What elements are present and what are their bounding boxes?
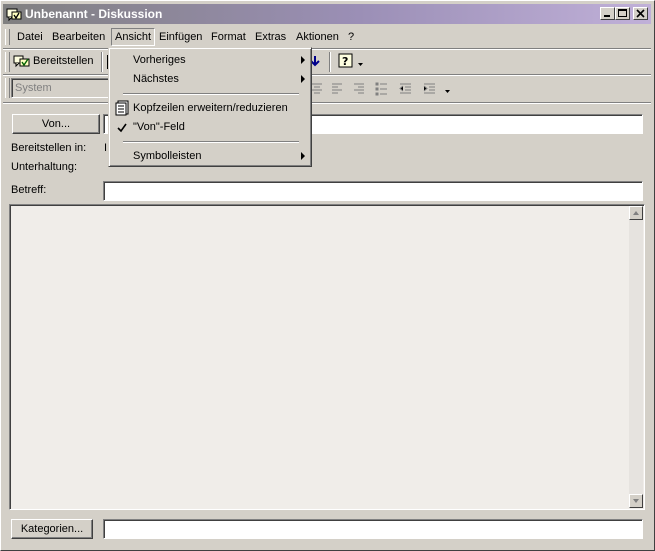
menubar-divider — [3, 48, 651, 50]
view-menu-next[interactable]: Nächstes — [133, 70, 179, 88]
menu-bar: Datei Bearbeiten Ansicht Einfügen Format… — [3, 27, 651, 47]
scroll-up-button[interactable] — [629, 206, 643, 220]
menu-format[interactable]: Format — [208, 29, 249, 45]
close-icon — [636, 9, 645, 18]
maximize-button[interactable] — [615, 7, 630, 20]
toolbar-grip[interactable] — [5, 52, 10, 72]
help-button[interactable]: ? — [337, 51, 357, 71]
svg-text:?: ? — [342, 55, 348, 68]
view-menu-separator — [123, 93, 299, 95]
view-menu-toolbars[interactable]: Symbolleisten — [133, 147, 201, 165]
title-bar[interactable]: Unbenannt - Diskussion — [3, 4, 651, 24]
close-button[interactable] — [633, 7, 648, 20]
view-menu-separator-2 — [123, 141, 299, 143]
toolbar-divider — [3, 74, 651, 76]
subject-label: Betreff: — [11, 184, 47, 196]
decrease-indent-icon — [399, 83, 411, 94]
align-center-icon — [312, 83, 322, 94]
scroll-down-icon — [633, 499, 639, 503]
view-menu: Vorheriges Nächstes Kopfzeilen erweitern… — [108, 47, 312, 167]
categories-field[interactable] — [103, 519, 643, 539]
minimize-button[interactable] — [600, 7, 615, 20]
view-menu-expand-headers[interactable]: Kopfzeilen erweitern/reduzieren — [133, 99, 288, 117]
checkmark-icon — [117, 123, 127, 133]
post-button-label: Bereitstellen — [33, 55, 94, 67]
vertical-scrollbar[interactable] — [629, 206, 643, 508]
font-combo-value: System — [15, 82, 52, 94]
format-toolbar-divider — [3, 102, 651, 104]
post-icon — [13, 55, 30, 68]
menu-insert[interactable]: Einfügen — [156, 29, 205, 45]
submenu-arrow-icon — [301, 75, 305, 83]
menu-view[interactable]: Ansicht — [111, 28, 156, 46]
discussion-window: Unbenannt - Diskussion Datei Bearbeiten … — [0, 0, 655, 551]
help-dropdown-arrow-icon[interactable] — [358, 63, 364, 67]
post-in-value: I — [104, 142, 108, 154]
submenu-arrow-icon — [301, 152, 305, 160]
view-menu-from-field[interactable]: "Von"-Feld — [133, 118, 185, 136]
view-menu-next-label: Nächstes — [133, 73, 179, 85]
align-right-icon — [354, 83, 364, 94]
format-toolbar-grip[interactable] — [5, 78, 10, 98]
expand-headers-icon — [115, 100, 129, 116]
categories-button[interactable]: Kategorien... — [11, 519, 93, 539]
conversation-label: Unterhaltung: — [11, 161, 78, 173]
toolbar-separator — [101, 52, 103, 72]
help-icon: ? — [338, 53, 353, 68]
window-title: Unbenannt - Diskussion — [25, 7, 163, 21]
message-body[interactable] — [9, 204, 645, 510]
increase-indent-icon — [423, 83, 435, 94]
maximize-icon — [618, 9, 627, 17]
from-button[interactable]: Von... — [12, 114, 100, 134]
format-buttons — [312, 82, 450, 96]
view-menu-expand-headers-label: Kopfzeilen erweitern/reduzieren — [133, 102, 288, 114]
align-left-icon — [332, 83, 342, 94]
view-menu-previous[interactable]: Vorheriges — [133, 51, 186, 69]
format-toolbar-more-icon — [445, 90, 450, 93]
menu-edit[interactable]: Bearbeiten — [49, 29, 108, 45]
menubar-grip[interactable] — [5, 29, 10, 45]
toolbar-separator-2 — [329, 52, 331, 72]
post-button[interactable]: Bereitstellen — [13, 51, 97, 71]
minimize-icon — [604, 15, 610, 17]
menu-help[interactable]: ? — [345, 29, 357, 45]
scroll-down-button[interactable] — [629, 494, 643, 508]
menu-tools[interactable]: Extras — [252, 29, 289, 45]
font-combo[interactable]: System — [11, 78, 109, 98]
menu-file[interactable]: Datei — [14, 29, 46, 45]
scroll-up-icon — [633, 211, 639, 215]
post-in-label: Bereitstellen in: — [11, 142, 87, 154]
submenu-arrow-icon — [301, 56, 305, 64]
discussion-app-icon — [6, 8, 22, 22]
view-menu-from-field-label: "Von"-Feld — [133, 121, 185, 133]
menu-actions[interactable]: Aktionen — [293, 29, 342, 45]
bullets-icon — [375, 82, 387, 96]
view-menu-toolbars-label: Symbolleisten — [133, 150, 202, 162]
view-menu-previous-label: Vorheriges — [133, 54, 186, 66]
subject-input[interactable] — [103, 181, 643, 201]
